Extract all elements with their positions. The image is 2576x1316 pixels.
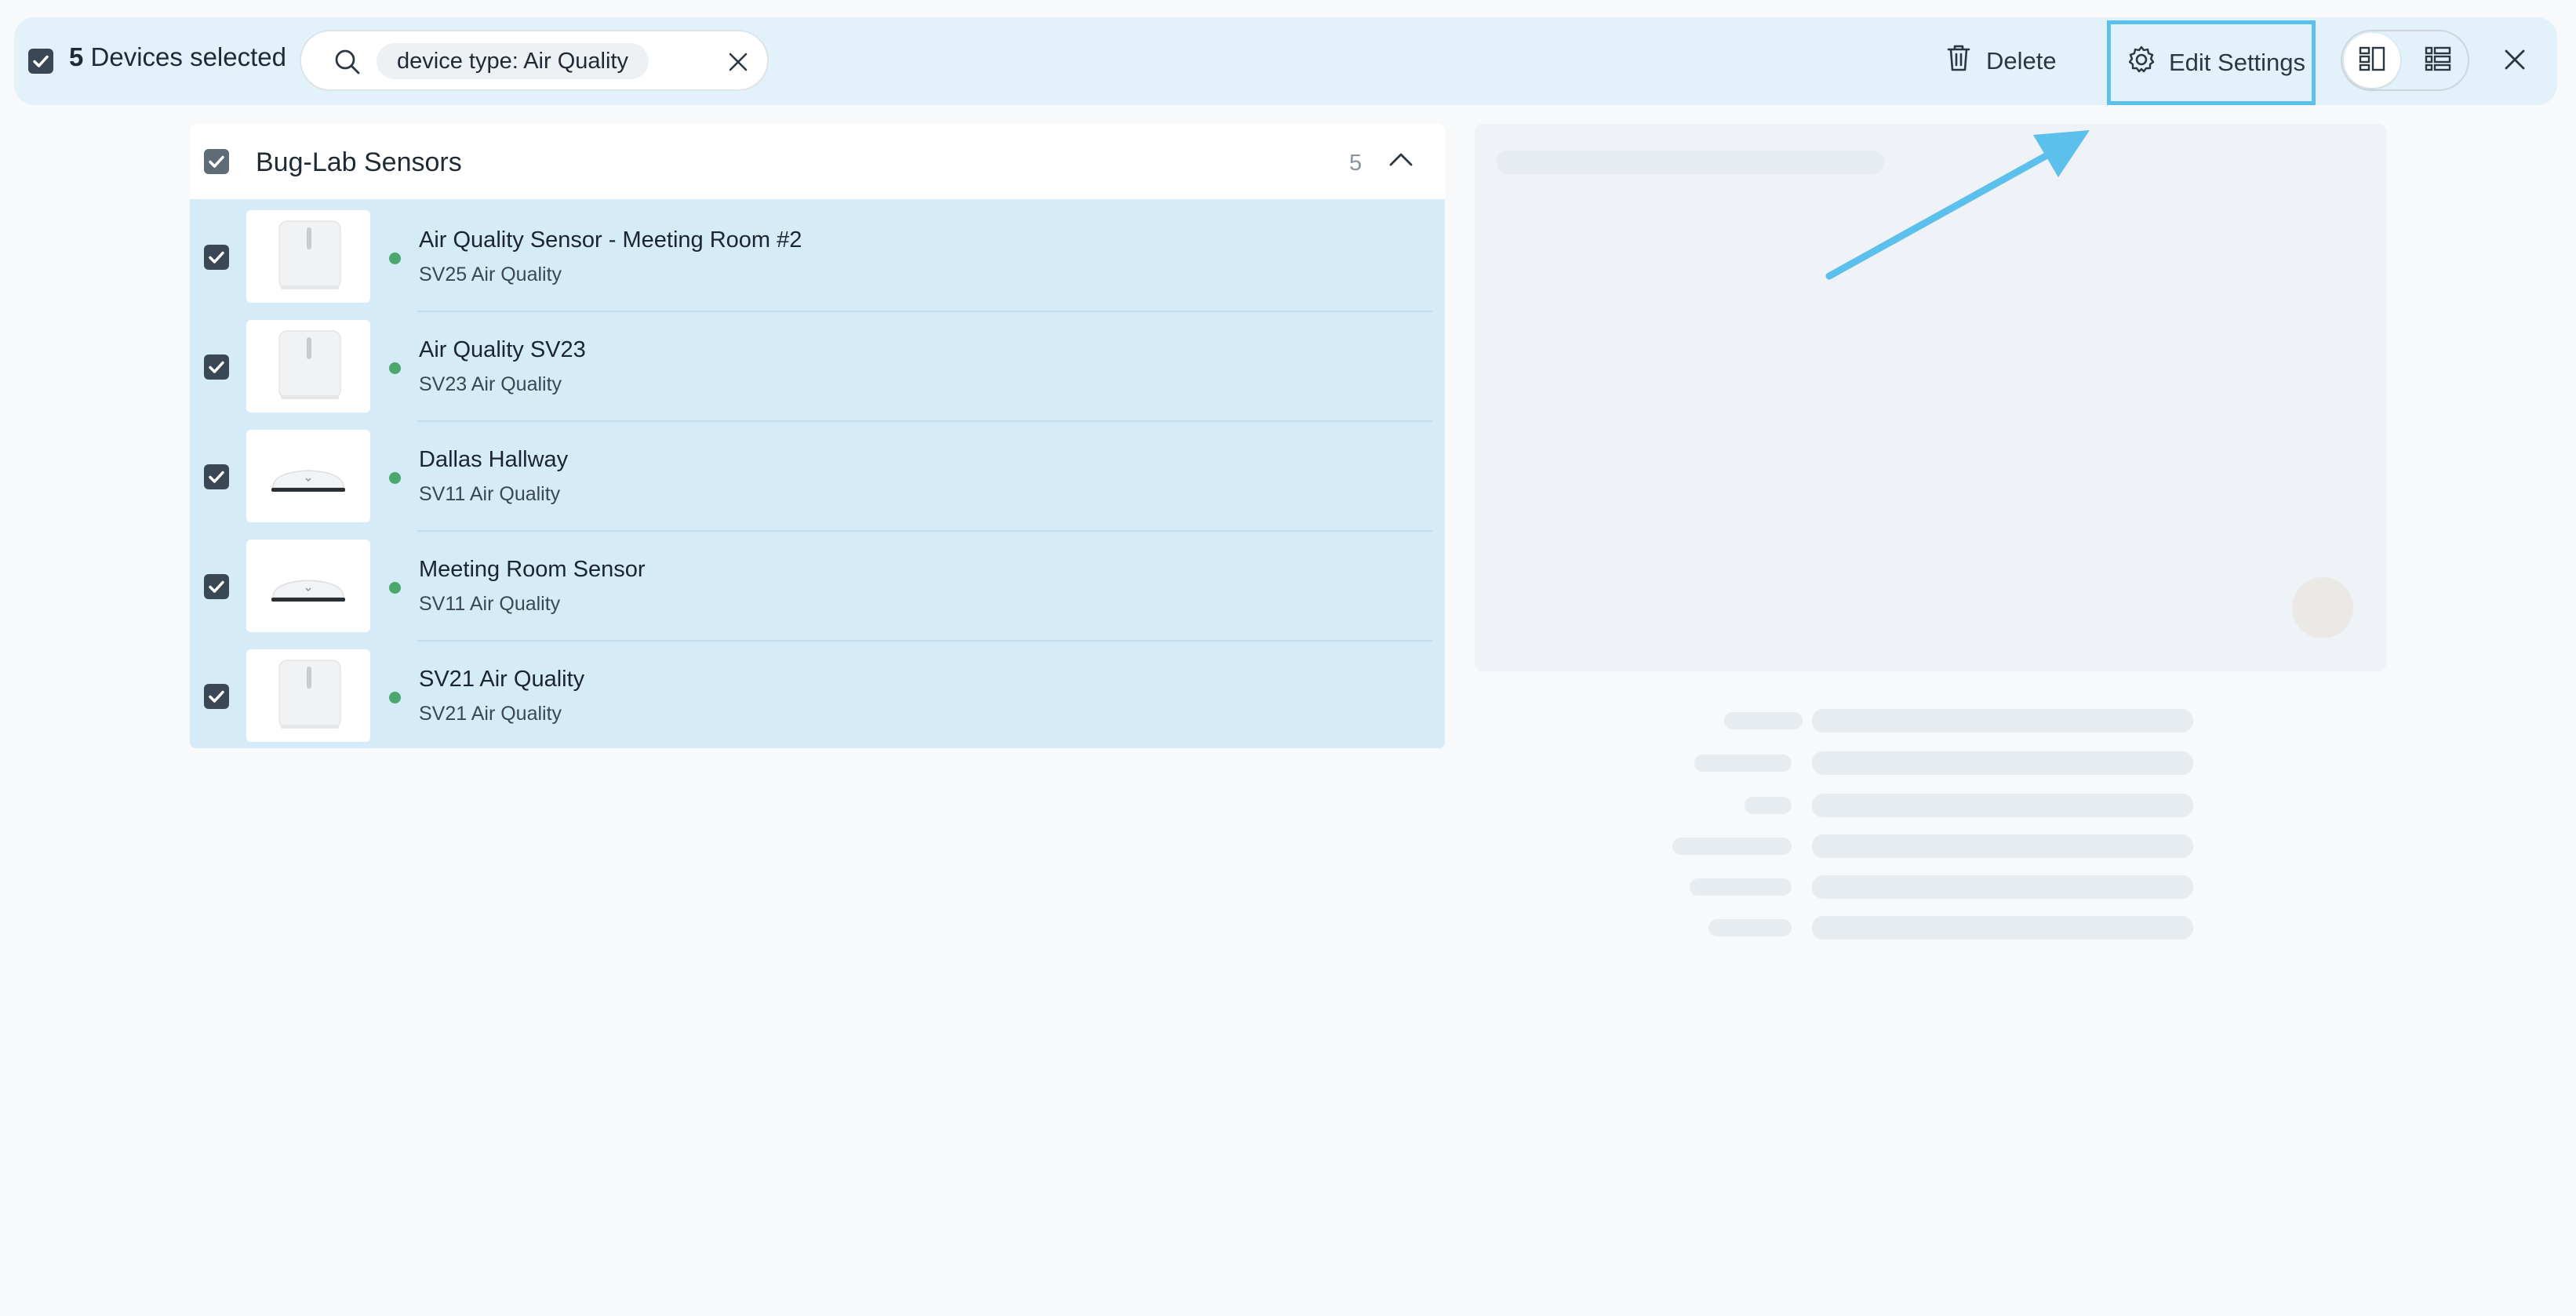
skeleton-value — [1812, 794, 2193, 817]
device-row[interactable]: Dallas Hallway SV11 Air Quality — [190, 422, 1445, 532]
device-type: SV21 Air Quality — [419, 703, 562, 725]
chevron-up-icon[interactable] — [1387, 146, 1415, 178]
device-type: SV23 Air Quality — [419, 373, 562, 395]
skeleton-label — [1724, 712, 1803, 729]
device-type: SV25 Air Quality — [419, 264, 562, 285]
group-title: Bug-Lab Sensors — [256, 147, 462, 177]
clear-search-icon[interactable] — [726, 50, 750, 78]
device-checkbox[interactable] — [204, 684, 229, 709]
device-row[interactable]: Air Quality SV23 SV23 Air Quality — [190, 312, 1445, 422]
skeleton-label — [1690, 878, 1792, 896]
device-row[interactable]: Meeting Room Sensor SV11 Air Quality — [190, 532, 1445, 642]
split-view-option[interactable] — [2344, 33, 2400, 88]
ceiling-sensor-icon — [246, 540, 370, 632]
wall-sensor-icon — [246, 210, 370, 303]
close-icon[interactable] — [2501, 45, 2529, 78]
status-online-dot — [389, 253, 401, 264]
trash-icon — [1945, 43, 1972, 79]
device-detail-skeleton — [1475, 124, 2386, 671]
group-device-count: 5 — [1349, 151, 1363, 176]
device-checkbox[interactable] — [204, 574, 229, 599]
edit-settings-label: Edit Settings — [2169, 49, 2306, 76]
delete-label: Delete — [1986, 47, 2057, 75]
status-online-dot — [389, 472, 401, 484]
device-group-panel: Bug-Lab Sensors 5 Air Quality Sensor - M… — [190, 124, 1445, 748]
search-field[interactable]: device type: Air Quality — [300, 30, 769, 91]
device-row[interactable]: SV21 Air Quality SV21 Air Quality — [190, 642, 1445, 748]
selection-summary: 5 Devices selected — [69, 42, 286, 72]
skeleton-label — [1708, 919, 1792, 936]
skeleton-label — [1745, 797, 1792, 814]
device-name: Meeting Room Sensor — [419, 557, 646, 582]
list-view-option[interactable] — [2410, 33, 2466, 88]
split-view-icon — [2357, 44, 2387, 78]
delete-button[interactable]: Delete — [1945, 39, 2057, 83]
selected-count: 5 — [69, 42, 84, 71]
group-select-checkbox[interactable] — [204, 149, 229, 174]
device-checkbox[interactable] — [204, 354, 229, 380]
skeleton-value — [1812, 709, 2193, 733]
edit-settings-button[interactable]: Edit Settings — [2107, 20, 2316, 105]
skeleton-label — [1694, 754, 1792, 772]
device-name: Air Quality Sensor - Meeting Room #2 — [419, 227, 802, 253]
device-checkbox[interactable] — [204, 464, 229, 489]
status-online-dot — [389, 362, 401, 374]
device-name: SV21 Air Quality — [419, 667, 585, 692]
skeleton-label — [1672, 838, 1792, 855]
device-type: SV11 Air Quality — [419, 483, 561, 505]
select-all-checkbox[interactable] — [28, 49, 53, 74]
device-checkbox[interactable] — [204, 245, 229, 270]
selected-label: Devices selected — [90, 42, 286, 71]
ceiling-sensor-icon — [246, 430, 370, 522]
skeleton-title-bar — [1497, 151, 1884, 174]
device-name: Dallas Hallway — [419, 447, 569, 472]
device-name: Air Quality SV23 — [419, 337, 586, 362]
status-online-dot — [389, 692, 401, 703]
device-row[interactable]: Air Quality Sensor - Meeting Room #2 SV25… — [190, 202, 1445, 312]
search-icon — [333, 47, 362, 81]
skeleton-avatar — [2292, 577, 2353, 638]
skeleton-value — [1812, 916, 2193, 940]
wall-sensor-icon — [246, 649, 370, 742]
skeleton-value — [1812, 875, 2193, 899]
skeleton-value — [1812, 834, 2193, 858]
gear-icon — [2127, 45, 2156, 81]
list-view-icon — [2423, 44, 2453, 78]
status-online-dot — [389, 582, 401, 594]
group-header[interactable]: Bug-Lab Sensors 5 — [190, 124, 1445, 199]
view-mode-toggle[interactable] — [2341, 30, 2469, 91]
device-type: SV11 Air Quality — [419, 593, 561, 615]
wall-sensor-icon — [246, 320, 370, 413]
skeleton-value — [1812, 751, 2193, 775]
search-filter-chip[interactable]: device type: Air Quality — [377, 43, 649, 79]
